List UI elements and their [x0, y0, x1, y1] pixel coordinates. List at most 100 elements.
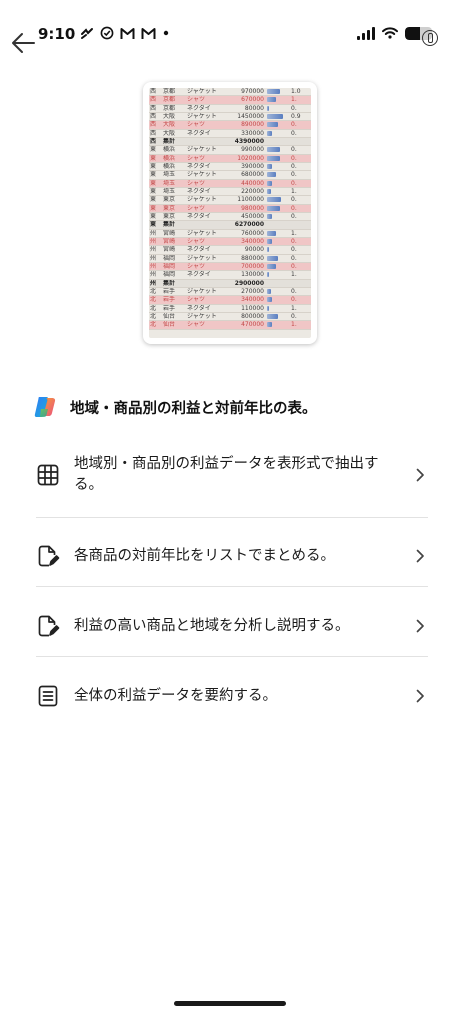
preview-cell: 西 [150, 121, 157, 129]
preview-bar-cell [267, 271, 287, 278]
arrow-left-icon [12, 33, 35, 53]
suggestion-extract-table[interactable]: 地域別・商品別の利益データを表形式で抽出する。 [36, 454, 428, 496]
preview-data-bar [267, 297, 273, 303]
preview-data-bar [267, 247, 269, 253]
document-edit-icon [38, 545, 60, 567]
preview-bar-cell [267, 105, 287, 112]
preview-cell: 1. [291, 96, 297, 104]
preview-cell: 福岡 [163, 254, 176, 262]
preview-bar-cell [267, 321, 287, 328]
chevron-right-icon [416, 619, 424, 633]
preview-cell: 880000 [241, 254, 264, 262]
preview-bar-cell [267, 205, 287, 212]
back-button[interactable] [10, 30, 38, 56]
preview-bar-cell [267, 113, 287, 120]
preview-cell: ジャケット [187, 88, 217, 95]
preview-cell: 340000 [241, 237, 264, 245]
preview-cell: 0.9 [291, 112, 301, 120]
preview-cell: シャツ [187, 296, 206, 304]
preview-row: 東東京 シャツ 980000 0. [149, 204, 311, 213]
signal-icon [357, 27, 375, 40]
home-indicator [174, 1001, 286, 1006]
preview-cell: 埼玉 [163, 179, 176, 187]
preview-cell: 0. [291, 312, 297, 320]
suggestion-label: 利益の高い商品と地域を分析し説明する。 [74, 617, 350, 634]
preview-bar-cell [267, 130, 287, 137]
preview-cell: 北 [150, 296, 157, 304]
preview-cell: シャツ [187, 237, 206, 245]
preview-cell: 州 [150, 262, 157, 270]
image-thumbnail[interactable]: 西京都 ジャケット 970000 1.0 西京都 シャツ 670000 1. 西京都 ネクタイ 80… [143, 82, 317, 344]
preview-cell: 0. [291, 129, 297, 137]
preview-cell: 0. [291, 171, 297, 179]
preview-row: 州宮崎 ジャケット 760000 1. [149, 230, 311, 238]
preview-cell: 西 [150, 137, 157, 145]
divider [36, 586, 428, 587]
preview-row: 北仙台 ジャケット 800000 0. [149, 312, 311, 322]
preview-cell: ジャケット [187, 146, 217, 154]
preview-cell: 東 [150, 187, 157, 195]
preview-cell: 0. [291, 237, 297, 245]
status-bar: 9:10 [0, 0, 460, 48]
preview-bar-cell [267, 188, 287, 195]
preview-bar-cell [267, 138, 287, 145]
preview-row: 西京都 ネクタイ 80000 0. [149, 105, 311, 113]
preview-cell: 西 [150, 129, 157, 137]
preview-row: 東埼玉 ジャケット 680000 0. [149, 171, 311, 180]
preview-cell: 仙台 [163, 312, 176, 320]
preview-cell: 大阪 [163, 121, 176, 129]
preview-cell: 西 [150, 88, 157, 95]
preview-cell: 埼玉 [163, 187, 176, 195]
preview-cell: 0. [291, 246, 297, 254]
preview-cell: 州 [150, 229, 157, 237]
preview-row: 北岩手 ネクタイ 110000 1. [149, 305, 311, 313]
suggestion-summarize[interactable]: 全体の利益データを要約する。 [36, 684, 428, 708]
preview-cell [187, 280, 225, 287]
table-grid-icon [37, 464, 59, 486]
preview-bar-cell [267, 180, 287, 187]
preview-data-bar [267, 289, 271, 295]
preview-data-bar [267, 230, 276, 236]
preview-cell: 1020000 [237, 154, 264, 162]
preview-row: 北仙台 シャツ 470000 1. [149, 321, 311, 330]
preview-cell [287, 221, 307, 228]
signal-bar [367, 30, 370, 40]
preview-bar-cell [267, 296, 287, 303]
preview-cell: 横浜 [163, 146, 176, 154]
preview-row: 西大阪 ジャケット 1450000 0.9 [149, 112, 311, 122]
preview-cell: 1. [291, 304, 297, 312]
preview-cell: 州 [150, 237, 157, 245]
preview-cell: 4390000 [234, 137, 264, 145]
preview-cell: 横浜 [163, 162, 176, 170]
preview-row: 東横浜 ネクタイ 390000 0. [149, 162, 311, 172]
preview-cell: ネクタイ [187, 129, 211, 137]
preview-cell: シャツ [187, 321, 206, 329]
preview-row: 州集計 2900000 [149, 279, 311, 288]
preview-cell: ネクタイ [187, 187, 211, 195]
preview-bar-cell [267, 288, 287, 295]
preview-bar-cell [267, 146, 287, 153]
preview-cell: 330000 [241, 129, 264, 137]
preview-cell: 1. [291, 187, 297, 195]
rotation-lock-icon [422, 30, 438, 46]
suggestion-analyze-profit[interactable]: 利益の高い商品と地域を分析し説明する。 [36, 614, 428, 638]
preview-cell: 0. [291, 287, 297, 295]
preview-cell: 340000 [241, 296, 264, 304]
preview-cell: 800000 [241, 312, 264, 320]
preview-cell: 0. [291, 104, 297, 112]
preview-row: 北岩手 ジャケット 270000 0. [149, 287, 311, 297]
preview-row: 東横浜 シャツ 1020000 0. [149, 154, 311, 163]
chevron-right-icon [416, 549, 424, 563]
preview-cell: ネクタイ [187, 271, 211, 279]
spreadsheet-preview: 西京都 ジャケット 970000 1.0 西京都 シャツ 670000 1. 西京都 ネクタイ 80… [149, 88, 311, 338]
check-circle-icon [100, 26, 114, 44]
preview-cell: ジャケット [187, 287, 217, 295]
preview-cell: 宮崎 [163, 229, 176, 237]
suggestion-yoy-list[interactable]: 各商品の対前年比をリストでまとめる。 [36, 544, 428, 568]
preview-bar-cell [267, 96, 287, 103]
divider [36, 656, 428, 657]
preview-cell: 0. [291, 154, 297, 162]
preview-cell: 東 [150, 204, 157, 212]
preview-row: 州宮崎 シャツ 340000 0. [149, 237, 311, 247]
preview-cell: 0. [291, 121, 297, 129]
